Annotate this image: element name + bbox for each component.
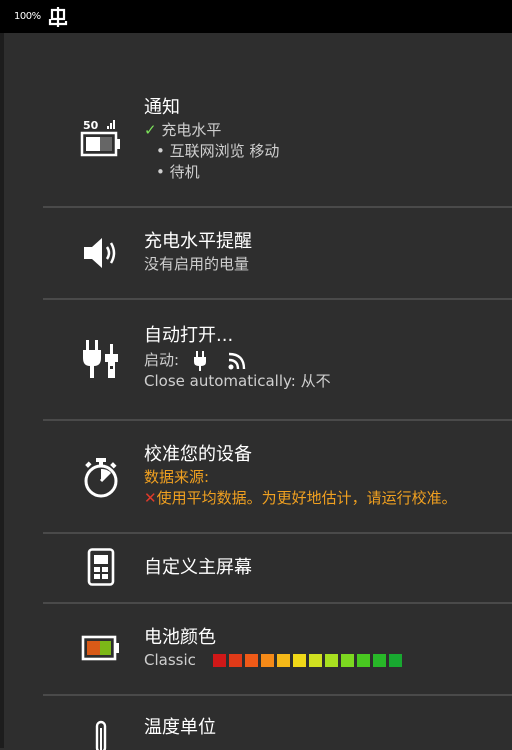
data-source-label: 数据来源:: [144, 468, 210, 486]
setting-battery-color[interactable]: 电池颜色 Classic: [0, 604, 512, 694]
charge-alert-subtitle: 没有启用的电量: [144, 255, 250, 273]
battery-percent: 100%: [14, 11, 41, 22]
color-swatch: [276, 654, 290, 667]
calibrate-title: 校准您的设备: [144, 444, 252, 465]
home-screen-title: 自定义主屏幕: [144, 557, 252, 578]
color-swatch: [260, 654, 274, 667]
notification-checked: ✓ 充电水平: [144, 121, 222, 139]
speaker-icon: [74, 235, 128, 271]
color-swatch: [324, 654, 338, 667]
temperature-title: 温度单位: [144, 717, 216, 738]
setting-notification[interactable]: 50 通知 ✓ 充电水平 • 互联网浏览 移动 • 待机: [0, 90, 512, 207]
setting-home-screen[interactable]: 自定义主屏幕: [0, 534, 512, 602]
battery-widget-icon: 50: [74, 118, 128, 158]
color-swatches: [212, 654, 402, 667]
plug-icon: [193, 350, 206, 371]
bug-icon: [48, 6, 67, 27]
thermometer-icon: [74, 720, 128, 750]
auto-open-start: 启动:: [144, 350, 508, 371]
color-swatch: [228, 654, 242, 667]
color-swatch: [340, 654, 354, 667]
color-swatch: [372, 654, 386, 667]
auto-close-line: Close automatically: 从不: [144, 372, 331, 390]
color-swatch: [308, 654, 322, 667]
battery-color-icon: [74, 634, 128, 662]
wifi-signal-icon: [228, 352, 245, 369]
setting-calibrate[interactable]: 校准您的设备 数据来源: ✕使用平均数据。为更好地估计，请运行校准。: [0, 421, 512, 532]
color-swatch: [212, 654, 226, 667]
auto-open-title: 自动打开...: [144, 325, 234, 346]
notification-title: 通知: [144, 97, 180, 118]
setting-charge-alert[interactable]: 充电水平提醒 没有启用的电量: [0, 208, 512, 299]
battery-color-scheme: Classic: [144, 650, 508, 671]
svg-text:50: 50: [83, 119, 99, 132]
color-swatch: [356, 654, 370, 667]
stopwatch-icon: [74, 457, 128, 499]
status-bar: 100%: [0, 0, 512, 33]
setting-auto-open[interactable]: 自动打开... 启动: Close automatically: 从不: [0, 300, 512, 420]
check-icon: ✓: [144, 121, 157, 139]
calibrate-warning: ✕使用平均数据。为更好地估计，请运行校准。: [144, 489, 457, 507]
charge-alert-title: 充电水平提醒: [144, 231, 252, 252]
error-x-icon: ✕: [144, 489, 157, 507]
notification-bullet-2: • 待机: [156, 163, 200, 181]
power-plug-icon: [74, 338, 128, 380]
setting-temperature-unit[interactable]: 温度单位: [0, 696, 512, 750]
notification-bullet-1: • 互联网浏览 移动: [156, 142, 280, 160]
color-swatch: [292, 654, 306, 667]
color-swatch: [244, 654, 258, 667]
color-swatch: [388, 654, 402, 667]
battery-color-title: 电池颜色: [144, 627, 216, 648]
phone-icon: [74, 548, 128, 586]
